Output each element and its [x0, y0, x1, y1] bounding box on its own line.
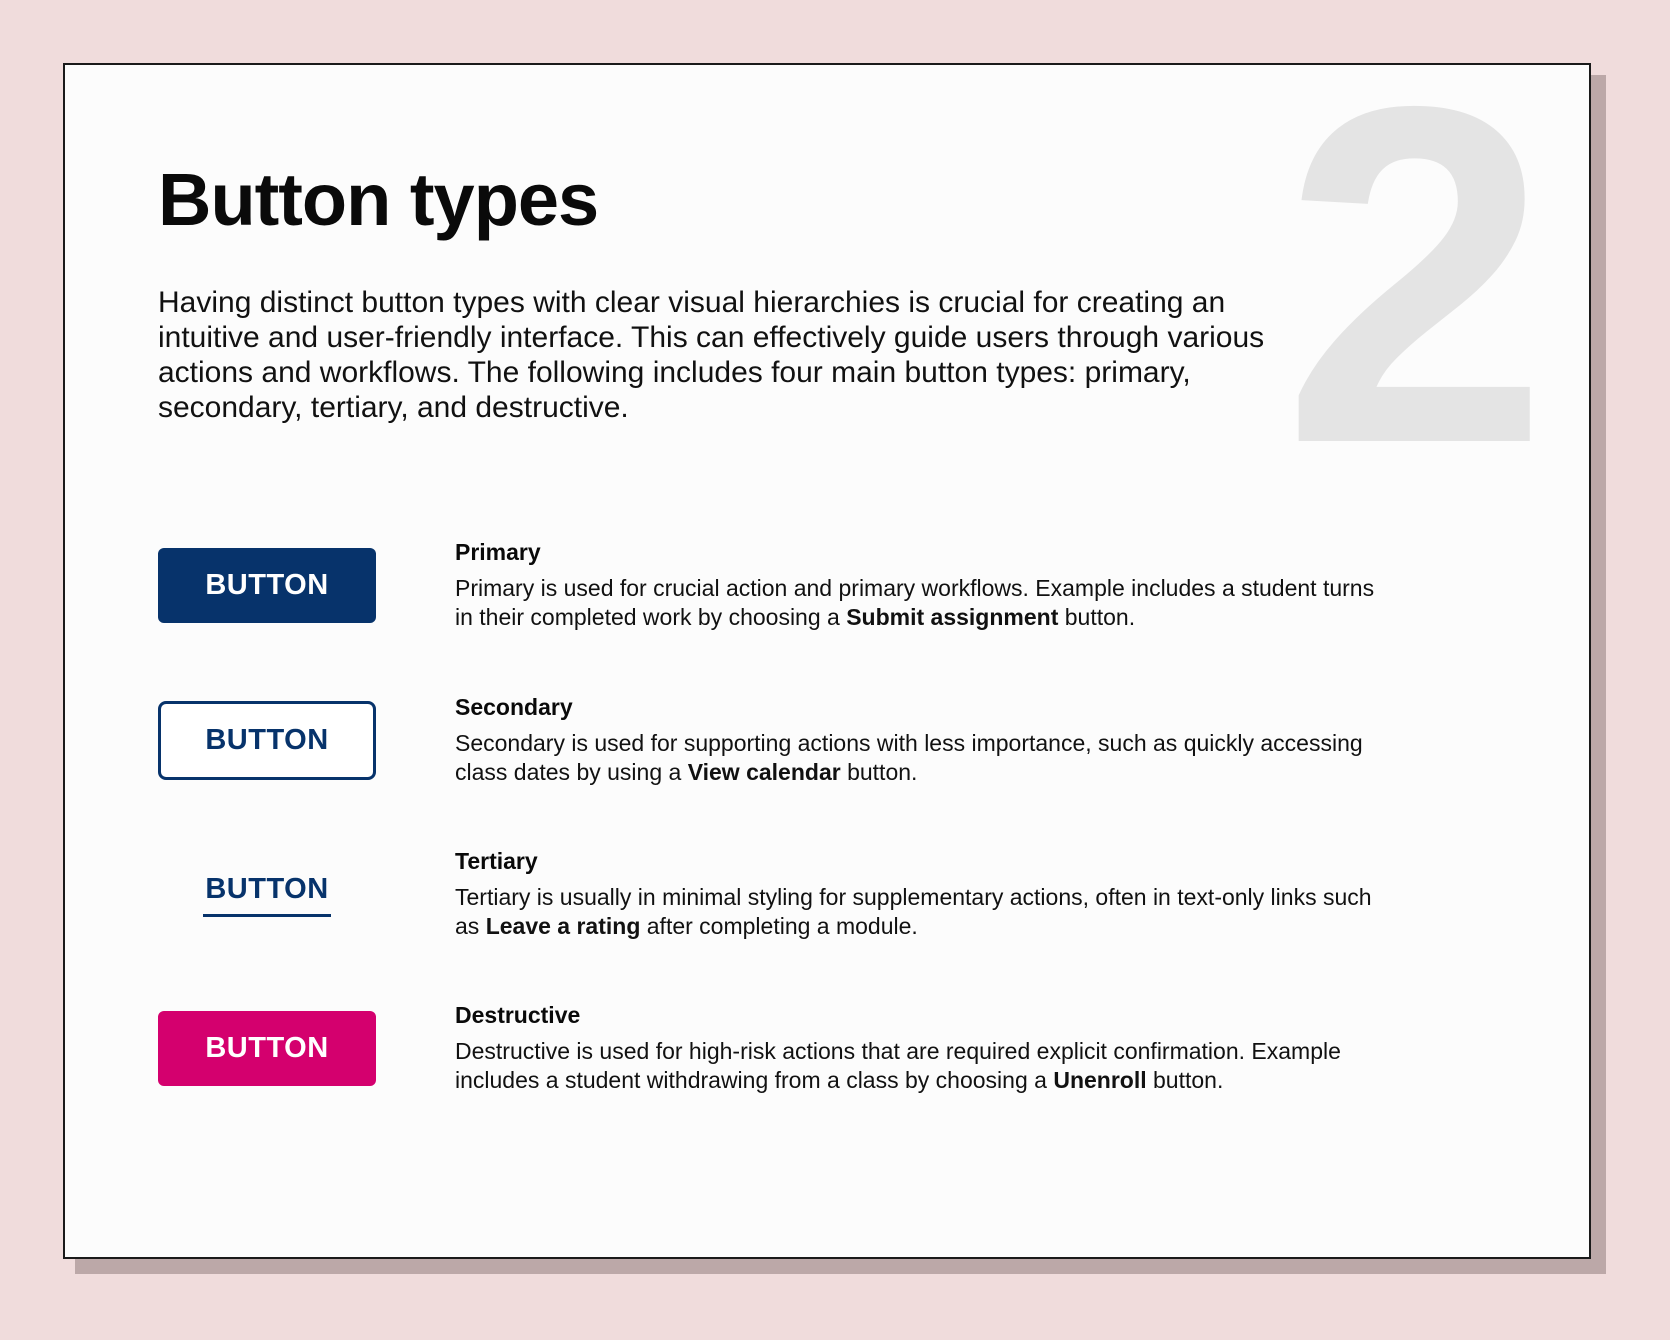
secondary-title: Secondary	[455, 694, 573, 720]
primary-button-slot: BUTTON	[158, 548, 376, 623]
intro-paragraph: Having distinct button types with clear …	[158, 286, 1265, 424]
secondary-description: Secondary Secondary is used for supporti…	[455, 693, 1375, 787]
destructive-description: Destructive Destructive is used for high…	[455, 1001, 1375, 1095]
page-title: Button types	[158, 158, 599, 241]
primary-title: Primary	[455, 539, 541, 565]
tertiary-emphasis: Leave a rating	[485, 913, 641, 939]
secondary-button-example[interactable]: BUTTON	[158, 701, 376, 780]
secondary-button-slot: BUTTON	[158, 701, 376, 780]
secondary-emphasis: View calendar	[687, 759, 841, 785]
content-card: 2 Button types Having distinct button ty…	[63, 63, 1591, 1259]
tertiary-text: Tertiary is usually in minimal styling f…	[455, 884, 1372, 939]
destructive-text: Destructive is used for high-risk action…	[455, 1038, 1341, 1093]
primary-text: Primary is used for crucial action and p…	[455, 575, 1375, 630]
primary-button-example[interactable]: BUTTON	[158, 548, 376, 623]
destructive-button-slot: BUTTON	[158, 1011, 376, 1086]
destructive-button-example[interactable]: BUTTON	[158, 1011, 376, 1086]
tertiary-button-slot: BUTTON	[158, 857, 376, 932]
tertiary-button-example[interactable]: BUTTON	[203, 873, 331, 917]
destructive-emphasis: Unenroll	[1053, 1067, 1147, 1093]
page-number-watermark: 2	[1282, 63, 1549, 543]
tertiary-title: Tertiary	[455, 848, 538, 874]
primary-description: Primary Primary is used for crucial acti…	[455, 538, 1375, 632]
tertiary-description: Tertiary Tertiary is usually in minimal …	[455, 847, 1375, 941]
primary-emphasis: Submit assignment	[846, 604, 1059, 630]
destructive-title: Destructive	[455, 1002, 581, 1028]
secondary-text: Secondary is used for supporting actions…	[455, 730, 1363, 785]
